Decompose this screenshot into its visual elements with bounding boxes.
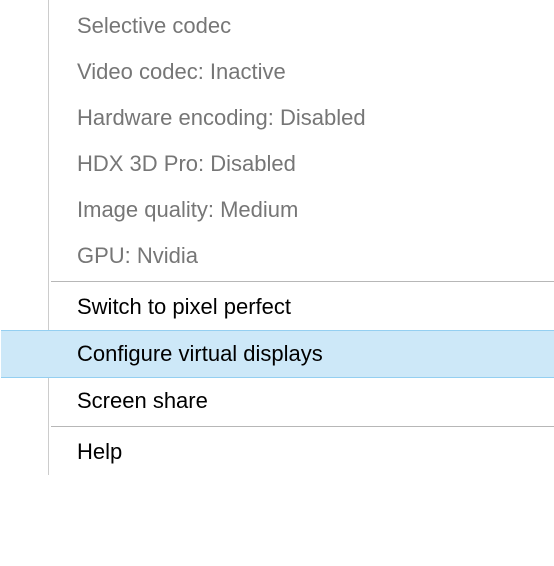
menu-item-label: Configure virtual displays (77, 341, 323, 367)
context-menu: Selective codec Video codec: Inactive Ha… (48, 0, 554, 475)
menu-item-label: Video codec: Inactive (77, 59, 286, 85)
info-gpu: GPU: Nvidia (49, 233, 554, 279)
action-help[interactable]: Help (49, 429, 554, 475)
menu-item-label: Help (77, 439, 122, 465)
info-selective-codec: Selective codec (49, 3, 554, 49)
menu-item-label: Hardware encoding: Disabled (77, 105, 366, 131)
menu-item-label: Image quality: Medium (77, 197, 298, 223)
menu-item-label: Selective codec (77, 13, 231, 39)
info-image-quality: Image quality: Medium (49, 187, 554, 233)
menu-separator (51, 281, 554, 282)
menu-item-label: GPU: Nvidia (77, 243, 198, 269)
menu-item-label: Switch to pixel perfect (77, 294, 291, 320)
action-switch-pixel-perfect[interactable]: Switch to pixel perfect (49, 284, 554, 330)
action-screen-share[interactable]: Screen share (49, 378, 554, 424)
info-video-codec: Video codec: Inactive (49, 49, 554, 95)
info-hdx-3d-pro: HDX 3D Pro: Disabled (49, 141, 554, 187)
action-configure-virtual-displays[interactable]: Configure virtual displays (1, 330, 554, 378)
info-hardware-encoding: Hardware encoding: Disabled (49, 95, 554, 141)
menu-separator (51, 426, 554, 427)
menu-item-label: Screen share (77, 388, 208, 414)
menu-item-label: HDX 3D Pro: Disabled (77, 151, 296, 177)
